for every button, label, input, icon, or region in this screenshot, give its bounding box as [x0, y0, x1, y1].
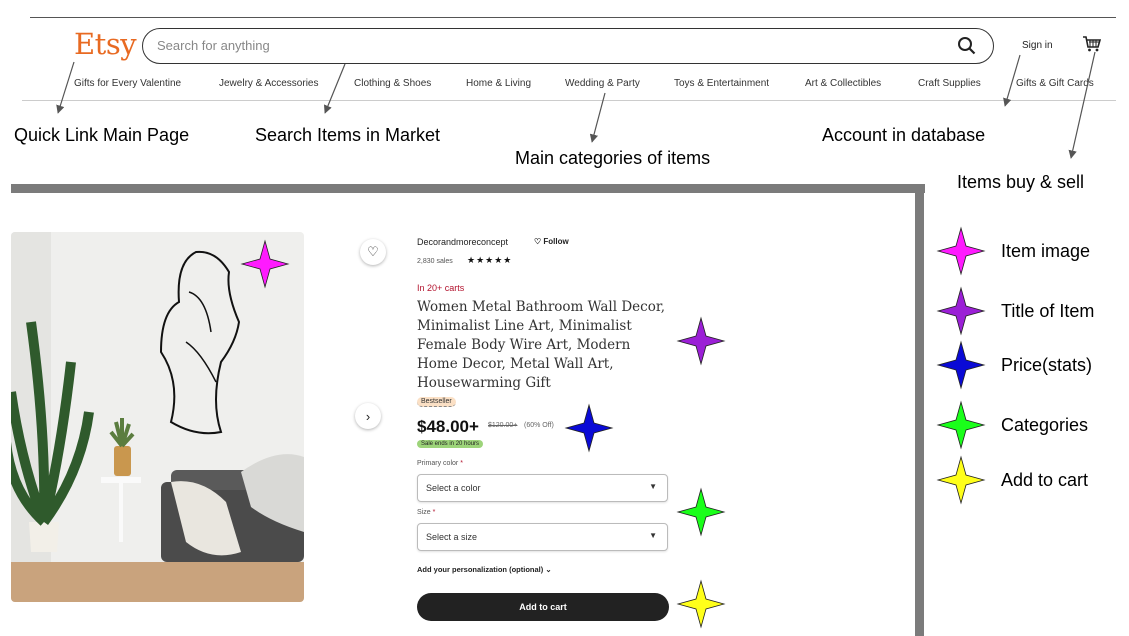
- legend-title-of-item: Title of Item: [1001, 301, 1095, 321]
- legend-price: Price(stats): [1001, 355, 1093, 375]
- marker-price-star-icon: [564, 403, 614, 453]
- marker-title-star-icon: [676, 316, 726, 366]
- marker-item-image-star-icon: [240, 239, 290, 289]
- legend-categories: Categories: [1001, 415, 1089, 435]
- legend-marker-title-star-icon: [936, 286, 986, 336]
- legend-marker-item-image-star-icon: [936, 226, 986, 276]
- legend-item-image: Item image: [1001, 241, 1091, 261]
- legend-marker-price-star-icon: [936, 340, 986, 390]
- legend-marker-categories-star-icon: [936, 400, 986, 450]
- marker-categories-star-icon: [676, 487, 726, 537]
- marker-add-to-cart-star-icon: [676, 579, 726, 629]
- legend-marker-add-to-cart-star-icon: [936, 455, 986, 505]
- legend-add-to-cart: Add to cart: [1001, 470, 1089, 490]
- star-markers: [240, 226, 986, 629]
